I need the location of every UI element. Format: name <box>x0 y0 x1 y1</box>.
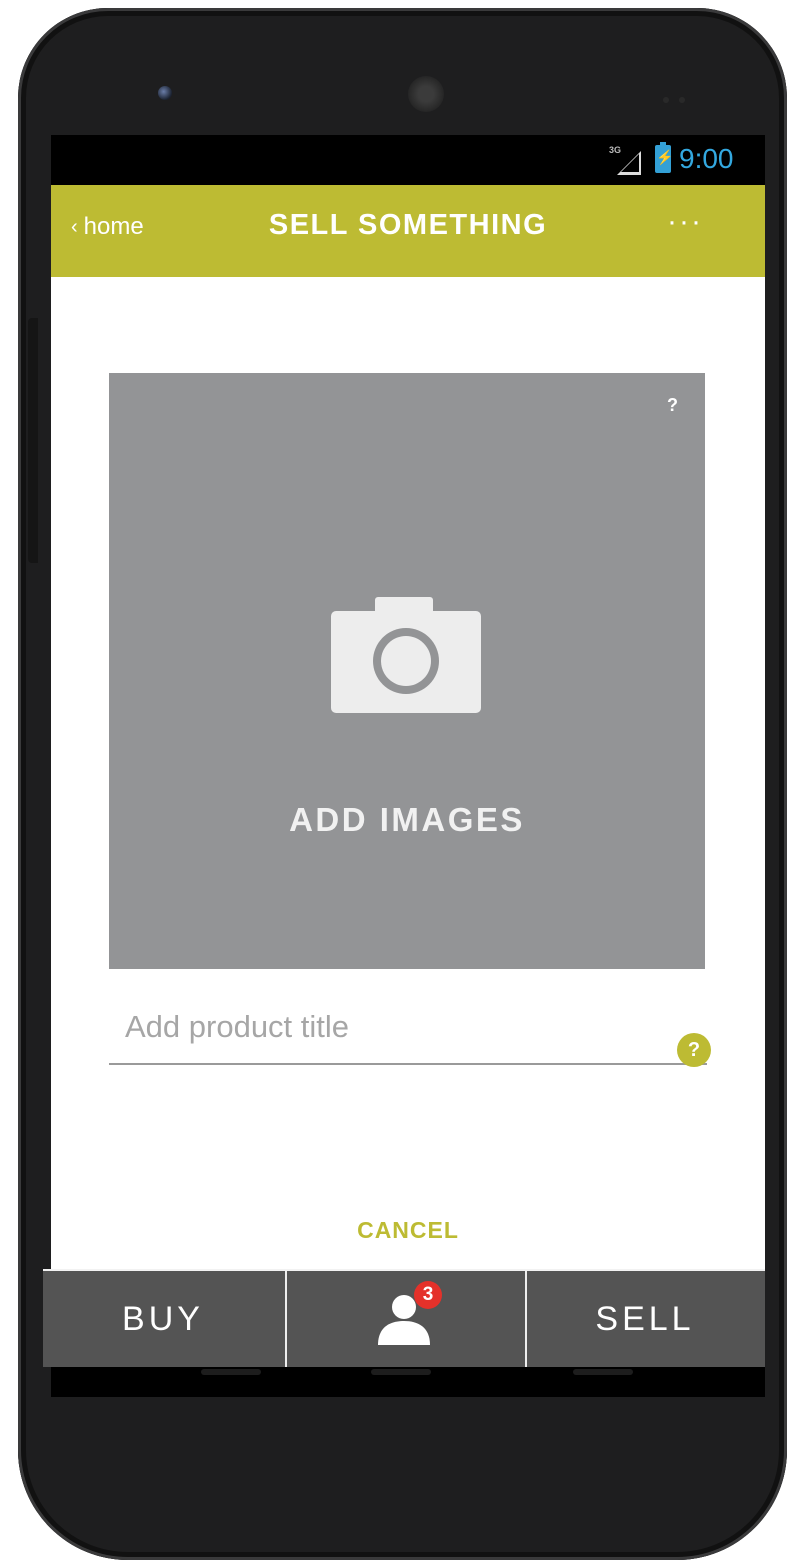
signal-icon: 3G <box>609 145 645 175</box>
more-options-button[interactable]: ··· <box>667 205 703 239</box>
tab-sell[interactable]: SELL <box>525 1271 765 1367</box>
product-title-input[interactable] <box>123 1003 647 1051</box>
front-camera <box>158 86 172 100</box>
page-title: SELL SOMETHING <box>268 209 548 241</box>
notification-badge: 3 <box>414 1281 442 1309</box>
add-images-area[interactable]: ? ADD IMAGES <box>109 373 705 969</box>
camera-icon <box>331 597 481 713</box>
image-help-button[interactable]: ? <box>667 395 678 416</box>
earpiece-speaker <box>408 76 444 112</box>
status-bar: 3G 9:00 <box>51 135 765 185</box>
tab-profile[interactable]: 3 <box>285 1271 527 1367</box>
app-bar: ‹ home SELL SOMETHING ··· <box>51 185 765 277</box>
product-title-field <box>109 993 707 1065</box>
proximity-sensor <box>663 90 703 103</box>
status-time: 9:00 <box>679 143 734 174</box>
battery-charging-icon <box>655 142 673 173</box>
title-help-button[interactable]: ? <box>677 1033 711 1067</box>
sell-form: ? ADD IMAGES <box>51 277 765 1277</box>
phone-side-button <box>28 318 38 563</box>
cancel-button[interactable]: CANCEL <box>51 1217 765 1244</box>
tab-buy[interactable]: BUY <box>43 1271 283 1367</box>
add-images-label: ADD IMAGES <box>289 801 525 838</box>
app-screen: 3G 9:00 ‹ home SELL SOMETHING ··· ? ADD … <box>51 135 765 1397</box>
bottom-tab-bar: BUY 3 SELL <box>43 1269 765 1367</box>
